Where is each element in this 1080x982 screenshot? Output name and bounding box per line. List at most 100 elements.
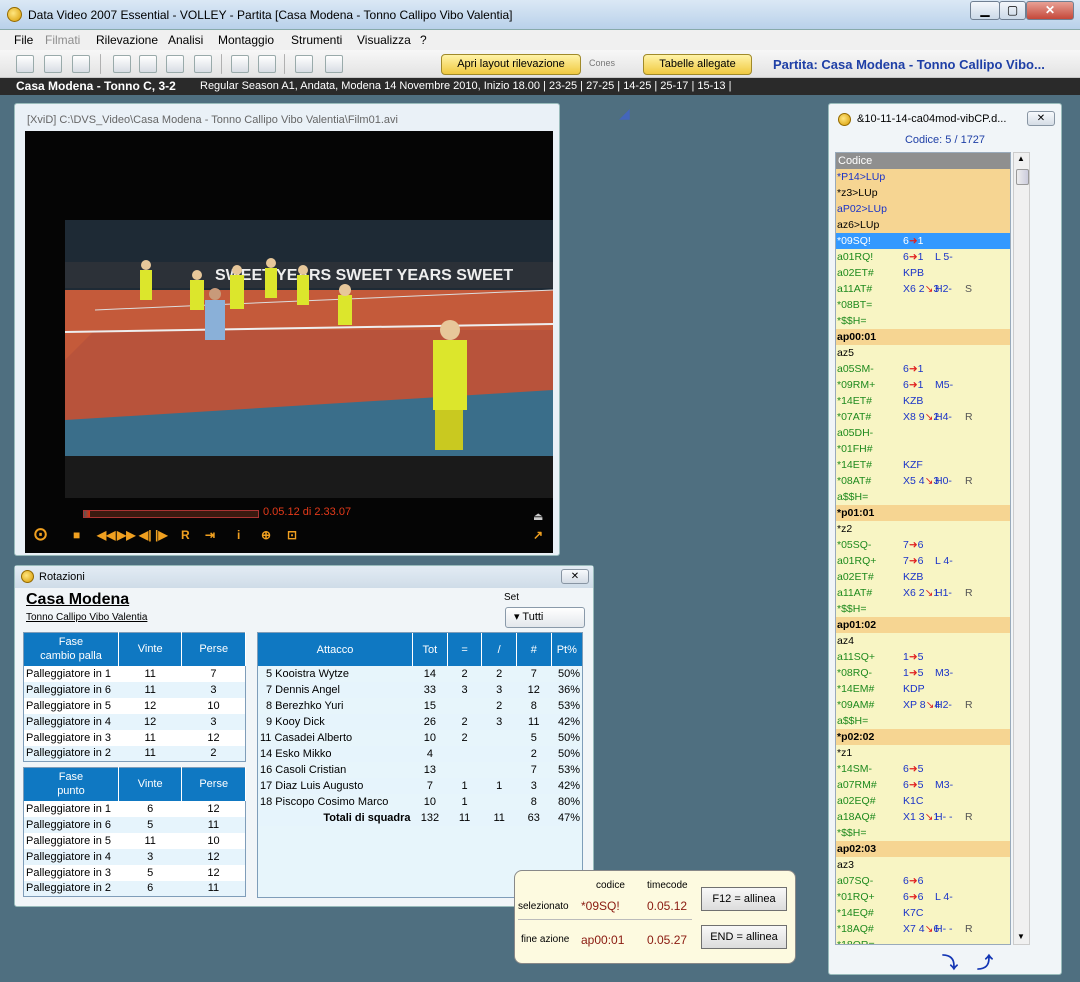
- f12-allinea-button[interactable]: F12 = allinea: [701, 887, 787, 911]
- event-list[interactable]: Codice *P14>LUp *z3>LUp aP02>LUp az6>LUp *09…: [835, 152, 1011, 945]
- event-row[interactable]: *18OR=: [836, 937, 1010, 944]
- event-row[interactable]: aP02>LUp: [836, 201, 1010, 217]
- event-row[interactable]: *14ET# KZB: [836, 393, 1010, 409]
- event-row[interactable]: *01FH#: [836, 441, 1010, 457]
- event-row[interactable]: a11SQ+ 1➜5: [836, 649, 1010, 665]
- event-row[interactable]: a02EQ# K1C: [836, 793, 1010, 809]
- event-row[interactable]: ap01:02: [836, 617, 1010, 633]
- event-row[interactable]: *01RQ+ 6➜6 L 4-: [836, 889, 1010, 905]
- play-icon[interactable]: ⊙: [33, 524, 48, 545]
- event-row[interactable]: *09SQ! 6➜1: [836, 233, 1010, 249]
- scroll-up-icon[interactable]: ▲: [1017, 154, 1025, 163]
- scroll-down-icon[interactable]: ▼: [1017, 932, 1025, 941]
- step-forward-icon[interactable]: |▶: [155, 528, 168, 542]
- cones-icon[interactable]: ◢: [619, 105, 630, 122]
- event-row[interactable]: *07AT# X8 9↘2 H4- R: [836, 409, 1010, 425]
- set-dropdown[interactable]: ▾ Tutti: [505, 607, 585, 628]
- apri-layout-button[interactable]: Apri layout rilevazione: [441, 54, 581, 75]
- info-icon[interactable]: i: [237, 528, 240, 542]
- nav-down-icon[interactable]: ⤵: [942, 949, 958, 973]
- event-row[interactable]: a18AQ# X1 3↘1 H- - R: [836, 809, 1010, 825]
- event-row[interactable]: *14ET# KZF: [836, 457, 1010, 473]
- event-row[interactable]: *z2: [836, 521, 1010, 537]
- event-row[interactable]: *14SM- 6➜5: [836, 761, 1010, 777]
- table-icon[interactable]: [295, 55, 313, 73]
- search-doc-icon[interactable]: [139, 55, 157, 73]
- event-close-button[interactable]: ✕: [1027, 111, 1055, 126]
- opponent-name[interactable]: Tonno Callipo Vibo Valentia: [26, 612, 147, 623]
- event-row[interactable]: ap02:03: [836, 841, 1010, 857]
- menu-file[interactable]: File: [14, 33, 33, 47]
- menu-help[interactable]: ?: [420, 33, 427, 47]
- rotazioni-close-button[interactable]: ✕: [561, 569, 589, 584]
- close-button[interactable]: ✕: [1026, 1, 1074, 20]
- menu-strumenti[interactable]: Strumenti: [291, 33, 342, 47]
- event-row[interactable]: a$$H=: [836, 489, 1010, 505]
- fast-forward-icon[interactable]: ▶▶: [117, 528, 135, 542]
- event-row[interactable]: *14EQ# K7C: [836, 905, 1010, 921]
- video-player[interactable]: SWEET YEARS SWEET YEARS SWEET 0.05.12 di…: [25, 131, 553, 553]
- fullscreen-icon[interactable]: ⊡: [287, 528, 297, 542]
- resize-icon[interactable]: ↗: [533, 528, 543, 542]
- event-row[interactable]: *14EM# KDP: [836, 681, 1010, 697]
- event-row[interactable]: a07SQ- 6➜6: [836, 873, 1010, 889]
- menu-montaggio[interactable]: Montaggio: [218, 33, 274, 47]
- skip-icon[interactable]: ⇥: [205, 528, 215, 542]
- event-row[interactable]: *$$H=: [836, 601, 1010, 617]
- event-row[interactable]: a07RM# 6➜5 M3-: [836, 777, 1010, 793]
- video-edit-icon[interactable]: [166, 55, 184, 73]
- open-file-icon[interactable]: [44, 55, 62, 73]
- event-scrollbar[interactable]: ▲ ▼: [1013, 152, 1030, 945]
- step-back-icon[interactable]: ◀|: [139, 528, 152, 542]
- event-row[interactable]: az5: [836, 345, 1010, 361]
- event-row[interactable]: a02ET# KPB: [836, 265, 1010, 281]
- nav-up-icon[interactable]: ⤴: [977, 949, 993, 973]
- video-seekbar[interactable]: [83, 510, 259, 518]
- event-row[interactable]: az6>LUp: [836, 217, 1010, 233]
- zoom-icon[interactable]: ⊕: [261, 528, 271, 542]
- checklist-icon[interactable]: [231, 55, 249, 73]
- stop-icon[interactable]: ■: [73, 528, 80, 542]
- event-row[interactable]: *z3>LUp: [836, 185, 1010, 201]
- event-row[interactable]: az4: [836, 633, 1010, 649]
- eject-icon[interactable]: ⏏: [533, 510, 543, 523]
- team-name[interactable]: Casa Modena: [26, 591, 129, 609]
- event-row[interactable]: *p01:01: [836, 505, 1010, 521]
- menu-analisi[interactable]: Analisi: [168, 33, 203, 47]
- menu-rilevazione[interactable]: Rilevazione: [96, 33, 158, 47]
- rewind-icon[interactable]: ◀◀: [97, 528, 115, 542]
- event-row[interactable]: a01RQ+ 7➜6 L 4-: [836, 553, 1010, 569]
- event-row[interactable]: *$$H=: [836, 825, 1010, 841]
- event-row[interactable]: a05DH-: [836, 425, 1010, 441]
- event-row[interactable]: *09AM# XP 8↘4 H2- R: [836, 697, 1010, 713]
- player-icon[interactable]: [258, 55, 276, 73]
- event-row[interactable]: *P14>LUp: [836, 169, 1010, 185]
- menu-visualizza[interactable]: Visualizza: [357, 33, 411, 47]
- repeat-icon[interactable]: R: [181, 528, 190, 542]
- event-row[interactable]: *05SQ- 7➜6: [836, 537, 1010, 553]
- maximize-button[interactable]: ▢: [999, 1, 1026, 20]
- event-row[interactable]: *18AQ# X7 4↘6 H- - R: [836, 921, 1010, 937]
- end-allinea-button[interactable]: END = allinea: [701, 925, 787, 949]
- event-row[interactable]: a02ET# KZB: [836, 569, 1010, 585]
- event-row[interactable]: ap00:01: [836, 329, 1010, 345]
- edit-icon[interactable]: [113, 55, 131, 73]
- new-file-icon[interactable]: [16, 55, 34, 73]
- event-row[interactable]: *09RM+ 6➜1 M5-: [836, 377, 1010, 393]
- event-row[interactable]: a01RQ! 6➜1 L 5-: [836, 249, 1010, 265]
- event-row[interactable]: a$$H=: [836, 713, 1010, 729]
- event-row[interactable]: a11AT# X6 2↘3 H2- S: [836, 281, 1010, 297]
- tabelle-allegate-button[interactable]: Tabelle allegate: [643, 54, 752, 75]
- event-row[interactable]: *08BT=: [836, 297, 1010, 313]
- save-icon[interactable]: [325, 55, 343, 73]
- event-row[interactable]: a11AT# X6 2↘1 H1- R: [836, 585, 1010, 601]
- menu-filmati[interactable]: Filmati: [45, 33, 80, 47]
- event-row[interactable]: *$$H=: [836, 313, 1010, 329]
- event-row[interactable]: *z1: [836, 745, 1010, 761]
- open-folder-icon[interactable]: [72, 55, 90, 73]
- volleyball-icon[interactable]: [194, 55, 212, 73]
- event-row[interactable]: *p02:02: [836, 729, 1010, 745]
- minimize-button[interactable]: ▁: [970, 1, 1000, 20]
- event-row[interactable]: *08RQ- 1➜5 M3-: [836, 665, 1010, 681]
- event-row[interactable]: az3: [836, 857, 1010, 873]
